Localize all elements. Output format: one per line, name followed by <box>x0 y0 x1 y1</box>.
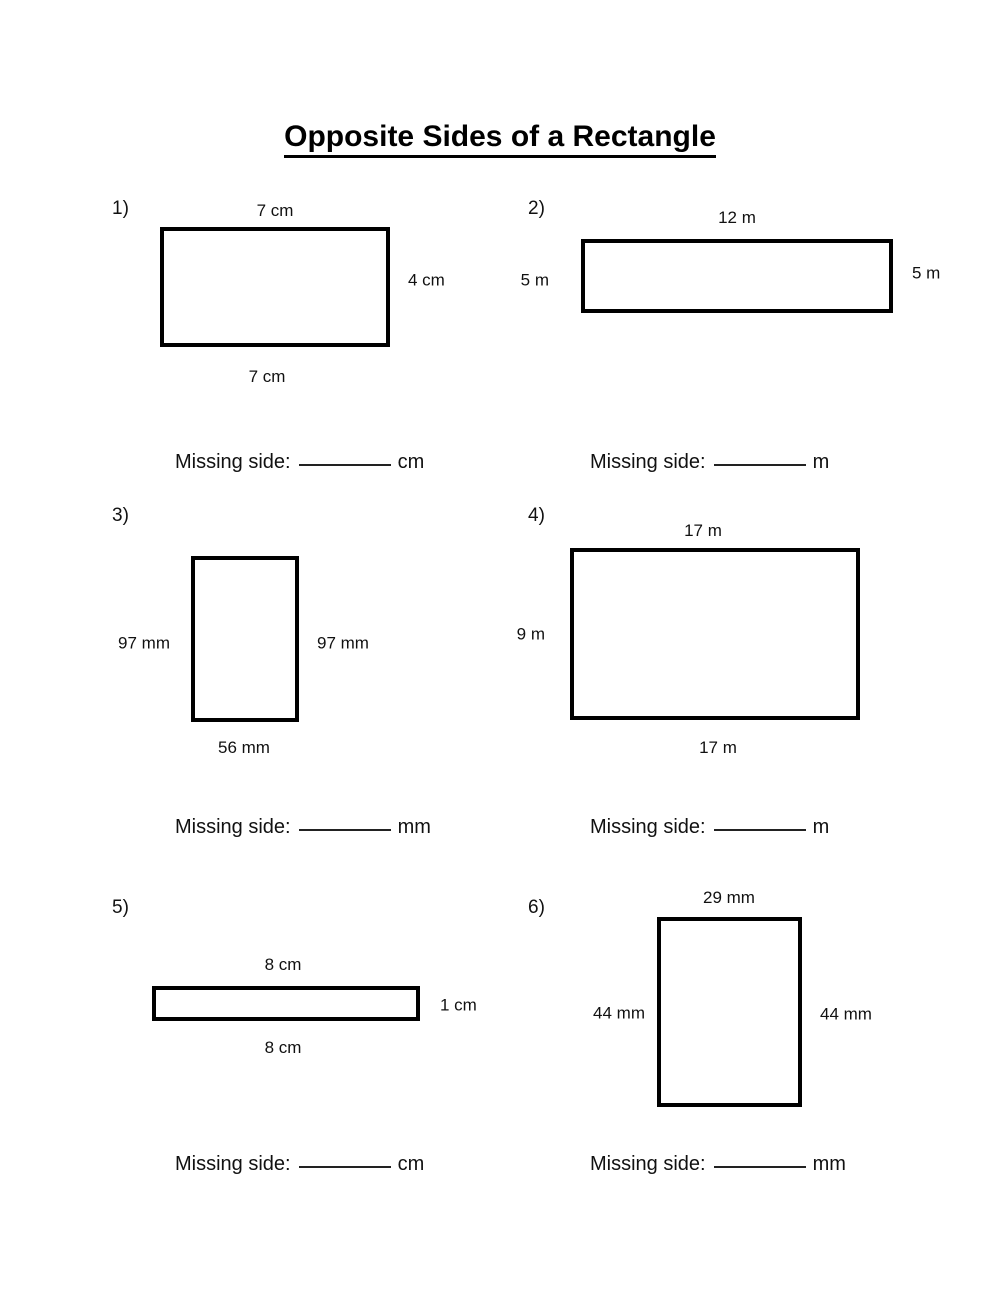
rectangle-figure-4 <box>570 548 860 720</box>
answer-blank-3[interactable] <box>298 815 391 831</box>
answer-unit-6: mm <box>812 1153 846 1175</box>
answer-unit-4: m <box>812 816 830 838</box>
side-label-left-2: 5 m <box>520 270 549 290</box>
side-label-bottom-1: 7 cm <box>248 367 286 386</box>
answer-blank-1[interactable] <box>298 450 391 466</box>
answer-unit-5: cm <box>397 1153 425 1175</box>
answer-unit-1: cm <box>397 451 425 473</box>
missing-side-label-5: Missing side: <box>175 1153 291 1175</box>
side-label-bottom-3: 56 mm <box>218 738 270 757</box>
answer-blank-5[interactable] <box>298 1152 391 1168</box>
missing-side-line-5: Missing side: cm <box>175 1152 424 1174</box>
missing-side-label-4: Missing side: <box>590 816 706 838</box>
side-label-right-1: 4 cm <box>408 270 445 290</box>
page-title: Opposite Sides of a Rectangle <box>0 120 1000 158</box>
rectangle-figure-1 <box>160 227 390 347</box>
side-label-left-6: 44 mm <box>593 1003 645 1023</box>
problem-number-6: 6) <box>528 897 545 918</box>
side-label-right-3: 97 mm <box>317 633 369 653</box>
side-label-bottom-5: 8 cm <box>264 1038 302 1057</box>
missing-side-line-2: Missing side: m <box>590 450 829 472</box>
missing-side-line-4: Missing side: m <box>590 815 829 837</box>
side-label-bottom-4: 17 m <box>699 738 737 757</box>
side-label-top-2: 12 m <box>718 208 756 227</box>
side-label-right-2: 5 m <box>912 263 941 283</box>
side-label-top-5: 8 cm <box>264 955 302 974</box>
missing-side-line-6: Missing side: mm <box>590 1152 846 1174</box>
problem-number-2: 2) <box>528 198 545 219</box>
side-label-top-4: 17 m <box>684 521 722 540</box>
answer-blank-2[interactable] <box>713 450 806 466</box>
page-title-text: Opposite Sides of a Rectangle <box>284 120 716 158</box>
missing-side-label-2: Missing side: <box>590 451 706 473</box>
side-label-top-1: 7 cm <box>256 201 294 220</box>
side-label-top-6: 29 mm <box>703 888 755 907</box>
answer-unit-2: m <box>812 451 830 473</box>
rectangle-figure-3 <box>191 556 299 722</box>
rectangle-figure-2 <box>581 239 893 313</box>
side-label-left-4: 9 m <box>516 624 545 644</box>
worksheet-page: Opposite Sides of a Rectangle 1) 7 cm 4 … <box>0 0 1000 1296</box>
missing-side-label-6: Missing side: <box>590 1153 706 1175</box>
answer-blank-6[interactable] <box>713 1152 806 1168</box>
answer-blank-4[interactable] <box>713 815 806 831</box>
missing-side-line-1: Missing side: cm <box>175 450 424 472</box>
rectangle-figure-5 <box>152 986 420 1021</box>
side-label-left-3: 97 mm <box>118 633 170 653</box>
problem-number-3: 3) <box>112 505 129 526</box>
problem-number-5: 5) <box>112 897 129 918</box>
rectangle-figure-6 <box>657 917 802 1107</box>
missing-side-line-3: Missing side: mm <box>175 815 431 837</box>
missing-side-label-1: Missing side: <box>175 451 291 473</box>
side-label-right-6: 44 mm <box>820 1004 872 1024</box>
problem-number-1: 1) <box>112 198 129 219</box>
missing-side-label-3: Missing side: <box>175 816 291 838</box>
side-label-right-5: 1 cm <box>440 995 477 1015</box>
answer-unit-3: mm <box>397 816 431 838</box>
problem-number-4: 4) <box>528 505 545 526</box>
